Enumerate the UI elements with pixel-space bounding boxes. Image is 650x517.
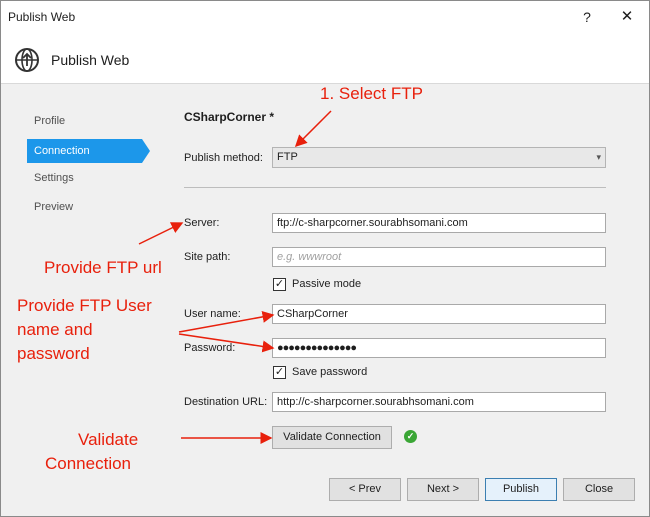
- annotation-select-ftp: 1. Select FTP: [320, 84, 423, 103]
- header-title: Publish Web: [51, 52, 130, 68]
- site-path-label: Site path:: [184, 251, 231, 263]
- globe-publish-icon: [14, 47, 40, 73]
- prev-button[interactable]: < Prev: [329, 478, 401, 501]
- save-password-label: Save password: [292, 366, 368, 378]
- annotation-provide-user-line1: Provide FTP User: [17, 296, 152, 315]
- passive-mode-label: Passive mode: [292, 278, 362, 290]
- active-nav-pointer: [142, 139, 150, 163]
- site-path-input[interactable]: e.g. wwwroot: [272, 247, 606, 267]
- annotation-provide-url: Provide FTP url: [44, 258, 162, 277]
- annotation-validate-line2: Connection: [45, 454, 132, 473]
- destination-url-label: Destination URL:: [184, 396, 268, 408]
- password-input[interactable]: ●●●●●●●●●●●●●●: [272, 338, 606, 358]
- nav-item-settings[interactable]: Settings: [27, 166, 139, 190]
- help-button[interactable]: ?: [578, 7, 596, 27]
- server-label: Server:: [184, 217, 220, 229]
- chevron-down-icon: ▾: [596, 152, 601, 162]
- password-label: Password:: [184, 342, 236, 354]
- validate-connection-button[interactable]: Validate Connection: [272, 426, 392, 449]
- window-title: Publish Web: [8, 10, 76, 24]
- passive-mode-checkbox[interactable]: ✓: [273, 278, 286, 291]
- destination-url-input[interactable]: http://c-sharpcorner.sourabhsomani.com: [272, 392, 606, 412]
- publish-web-dialog: Publish Web ? ✕ Publish Web Profile Conn…: [0, 0, 650, 517]
- nav-item-preview[interactable]: Preview: [27, 195, 139, 219]
- close-button[interactable]: Close: [563, 478, 635, 501]
- section-divider: [184, 187, 606, 188]
- publish-method-label: Publish method:: [184, 152, 263, 164]
- annotation-validate-line1: Validate: [78, 430, 139, 449]
- title-bar: Publish Web ? ✕: [1, 1, 649, 33]
- user-name-input[interactable]: CSharpCorner: [272, 304, 606, 324]
- user-name-label: User name:: [184, 308, 241, 320]
- publish-button[interactable]: Publish: [485, 478, 557, 501]
- arrow-to-server: [138, 222, 184, 245]
- next-button[interactable]: Next >: [407, 478, 479, 501]
- server-input[interactable]: ftp://c-sharpcorner.sourabhsomani.com: [272, 213, 606, 233]
- nav-item-profile[interactable]: Profile: [27, 109, 139, 133]
- annotation-provide-user-line3: password: [17, 344, 90, 363]
- save-password-checkbox[interactable]: ✓: [273, 366, 286, 379]
- publish-method-value: FTP: [277, 151, 298, 163]
- close-window-button[interactable]: ✕: [617, 6, 637, 28]
- publish-method-select[interactable]: FTP ▾: [272, 147, 606, 168]
- arrow-to-publish-method: [294, 110, 332, 148]
- profile-name: CSharpCorner *: [184, 110, 275, 124]
- annotation-provide-user-line2: name and: [17, 320, 93, 339]
- nav-item-connection[interactable]: Connection: [27, 139, 142, 163]
- check-circle-icon: ✓: [404, 430, 417, 443]
